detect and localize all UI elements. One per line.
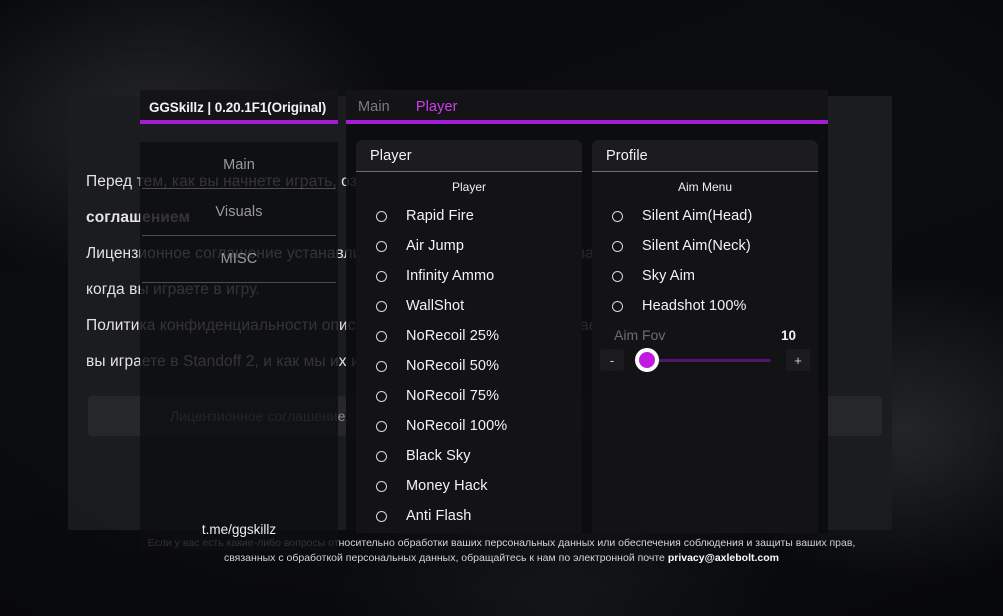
group-label: Player <box>451 180 486 194</box>
aim-fov-header: Aim Fov 10 <box>592 321 818 343</box>
panel-player-body: Player Rapid Fire Air Jump Infinity Ammo <box>356 172 582 531</box>
aim-fov-decrement-button[interactable]: - <box>600 349 624 371</box>
sidebar-divider <box>142 282 336 283</box>
checkbox-icon[interactable] <box>376 270 387 282</box>
option-label: Rapid Fire <box>406 208 474 224</box>
checkbox-icon[interactable] <box>612 270 623 282</box>
option-label: Anti Flash <box>406 508 472 524</box>
option-label: Infinity Ammo <box>406 268 495 284</box>
option-silent-aim-head[interactable]: Silent Aim(Head) <box>592 201 818 231</box>
checkbox-icon[interactable] <box>376 450 387 462</box>
option-black-sky[interactable]: Black Sky <box>356 441 582 471</box>
panel-title: Player <box>370 147 412 164</box>
panel-profile: Profile Aim Menu Silent Aim(Head) Silent… <box>592 140 818 533</box>
panel-profile-header: Profile <box>592 140 818 172</box>
tab-main[interactable]: Main <box>358 99 390 115</box>
menu-title: GGSkillz | 0.20.1F1(Original) <box>149 99 327 115</box>
option-label: NoRecoil 50% <box>406 358 500 374</box>
panel-title: Profile <box>606 147 648 164</box>
option-norecoil-100[interactable]: NoRecoil 100% <box>356 411 582 441</box>
checkbox-icon[interactable] <box>376 420 387 432</box>
sidebar-item-label: MISC <box>220 251 258 267</box>
privacy-footer-text: связанных с обработкой персональных данн… <box>223 552 668 564</box>
sidebar-item-visuals[interactable]: Visuals <box>140 189 338 235</box>
option-label: Headshot 100% <box>642 298 747 314</box>
sidebar-item-label: Main <box>223 157 255 173</box>
option-silent-aim-neck[interactable]: Silent Aim(Neck) <box>592 231 818 261</box>
group-label: Aim Menu <box>677 180 733 194</box>
checkbox-icon[interactable] <box>612 240 623 252</box>
option-norecoil-75[interactable]: NoRecoil 75% <box>356 381 582 411</box>
screen-root: Перед тем, как вы начнете играть, ознако… <box>0 0 1003 616</box>
slider-handle[interactable] <box>635 348 659 372</box>
option-label: Sky Aim <box>642 268 696 284</box>
aim-fov-slider[interactable] <box>629 348 781 372</box>
telegram-link[interactable]: t.me/ggskillz <box>140 522 338 537</box>
option-label: Air Jump <box>406 238 465 254</box>
option-label: Black Sky <box>406 448 471 464</box>
privacy-email: privacy@axlebolt.com <box>667 552 780 564</box>
option-label: Silent Aim(Neck) <box>642 238 751 254</box>
option-norecoil-50[interactable]: NoRecoil 50% <box>356 351 582 381</box>
checkbox-icon[interactable] <box>612 210 623 222</box>
option-infinity-ammo[interactable]: Infinity Ammo <box>356 261 582 291</box>
menu-sidebar: GGSkillz | 0.20.1F1(Original) Main Visua… <box>140 90 338 551</box>
sidebar-item-misc[interactable]: MISC <box>140 236 338 282</box>
aim-fov-label: Aim Fov <box>614 327 666 343</box>
option-sky-aim[interactable]: Sky Aim <box>592 261 818 291</box>
option-label: NoRecoil 25% <box>406 328 500 344</box>
slider-track <box>647 358 771 362</box>
aim-fov-slider-row: - + <box>592 343 818 372</box>
panel-player-header: Player <box>356 140 582 172</box>
checkbox-icon[interactable] <box>376 330 387 342</box>
checkbox-icon[interactable] <box>376 480 387 492</box>
option-rapid-fire[interactable]: Rapid Fire <box>356 201 582 231</box>
checkbox-icon[interactable] <box>376 210 387 222</box>
option-label: NoRecoil 100% <box>406 418 508 434</box>
option-headshot-100[interactable]: Headshot 100% <box>592 291 818 321</box>
menu-main: Main Player Player Player Rapid Fire Air… <box>346 90 828 533</box>
option-wallshot[interactable]: WallShot <box>356 291 582 321</box>
option-norecoil-25[interactable]: NoRecoil 25% <box>356 321 582 351</box>
option-air-jump[interactable]: Air Jump <box>356 231 582 261</box>
checkbox-icon[interactable] <box>612 300 623 312</box>
tab-bar: Main Player <box>346 90 828 124</box>
option-money-hack[interactable]: Money Hack <box>356 471 582 501</box>
checkbox-icon[interactable] <box>376 390 387 402</box>
option-label: Silent Aim(Head) <box>642 208 753 224</box>
slider-handle-dot <box>639 352 655 368</box>
checkbox-icon[interactable] <box>376 300 387 312</box>
aim-fov-increment-button[interactable]: + <box>786 349 810 371</box>
privacy-footer-line-2: связанных с обработкой персональных данн… <box>0 551 1003 566</box>
panels-container: Player Player Rapid Fire Air Jump Infini… <box>346 124 828 533</box>
sidebar-accent-bar <box>140 120 338 124</box>
checkbox-icon[interactable] <box>376 510 387 522</box>
sidebar-header: GGSkillz | 0.20.1F1(Original) <box>140 90 338 124</box>
cheat-menu-window: GGSkillz | 0.20.1F1(Original) Main Visua… <box>140 90 828 551</box>
checkbox-icon[interactable] <box>376 360 387 372</box>
aim-fov-value: 10 <box>780 327 796 343</box>
option-label: NoRecoil 75% <box>406 388 500 404</box>
option-label: Money Hack <box>406 478 488 494</box>
panel-player: Player Player Rapid Fire Air Jump Infini… <box>356 140 582 533</box>
sidebar-item-label: Visuals <box>215 204 263 220</box>
panel-profile-body: Aim Menu Silent Aim(Head) Silent Aim(Nec… <box>592 172 818 372</box>
sidebar-item-main[interactable]: Main <box>140 142 338 188</box>
option-label: WallShot <box>406 298 465 314</box>
checkbox-icon[interactable] <box>376 240 387 252</box>
option-anti-flash[interactable]: Anti Flash <box>356 501 582 531</box>
sidebar-body: Main Visuals MISC t.me/ggskillz <box>140 142 338 551</box>
tab-player[interactable]: Player <box>416 99 458 115</box>
